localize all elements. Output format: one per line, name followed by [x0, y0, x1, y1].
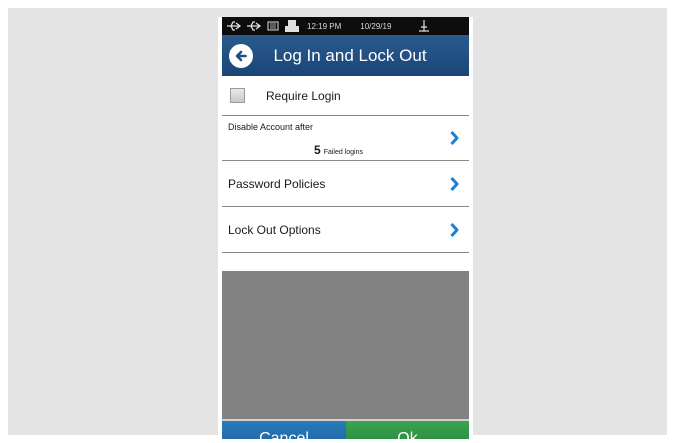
disable-account-label: Disable Account after — [228, 122, 314, 132]
status-date: 10/29/19 — [360, 21, 392, 31]
device-screen: 12:19 PM 10/29/19 Log In and Lock Out Re… — [218, 17, 473, 439]
footer-buttons: Cancel Ok — [222, 419, 469, 439]
empty-area — [222, 271, 469, 419]
network-icon — [267, 21, 279, 31]
password-policies-label: Password Policies — [228, 176, 326, 191]
disable-account-value: 5 Failed logins — [314, 141, 363, 159]
status-time: 12:19 PM — [307, 21, 342, 31]
require-login-checkbox[interactable] — [230, 88, 245, 103]
usb-icon — [246, 21, 262, 31]
require-login-row[interactable]: Require Login — [222, 76, 469, 116]
status-bar: 12:19 PM 10/29/19 — [222, 17, 469, 35]
header-bar: Log In and Lock Out — [222, 35, 469, 76]
chevron-right-icon — [450, 222, 459, 237]
printer-icon — [285, 20, 299, 32]
failed-logins-count: 5 — [314, 143, 321, 157]
failed-logins-unit: Failed logins — [323, 149, 363, 156]
password-policies-row[interactable]: Password Policies — [222, 161, 469, 207]
lock-out-options-label: Lock Out Options — [228, 222, 321, 237]
chevron-right-icon — [450, 176, 459, 191]
page-title: Log In and Lock Out — [273, 45, 427, 65]
cancel-button[interactable]: Cancel — [222, 419, 346, 439]
lock-out-options-row[interactable]: Lock Out Options — [222, 207, 469, 253]
usb-icon — [226, 21, 242, 31]
chevron-right-icon — [450, 130, 459, 146]
disable-account-row[interactable]: Disable Account after 5 Failed logins — [222, 116, 469, 161]
back-arrow-icon — [235, 50, 247, 61]
antenna-icon — [418, 20, 430, 32]
require-login-label: Require Login — [266, 88, 341, 103]
settings-list: Require Login Disable Account after 5 Fai… — [222, 76, 469, 253]
back-button[interactable] — [229, 43, 253, 68]
ok-button[interactable]: Ok — [346, 419, 469, 439]
